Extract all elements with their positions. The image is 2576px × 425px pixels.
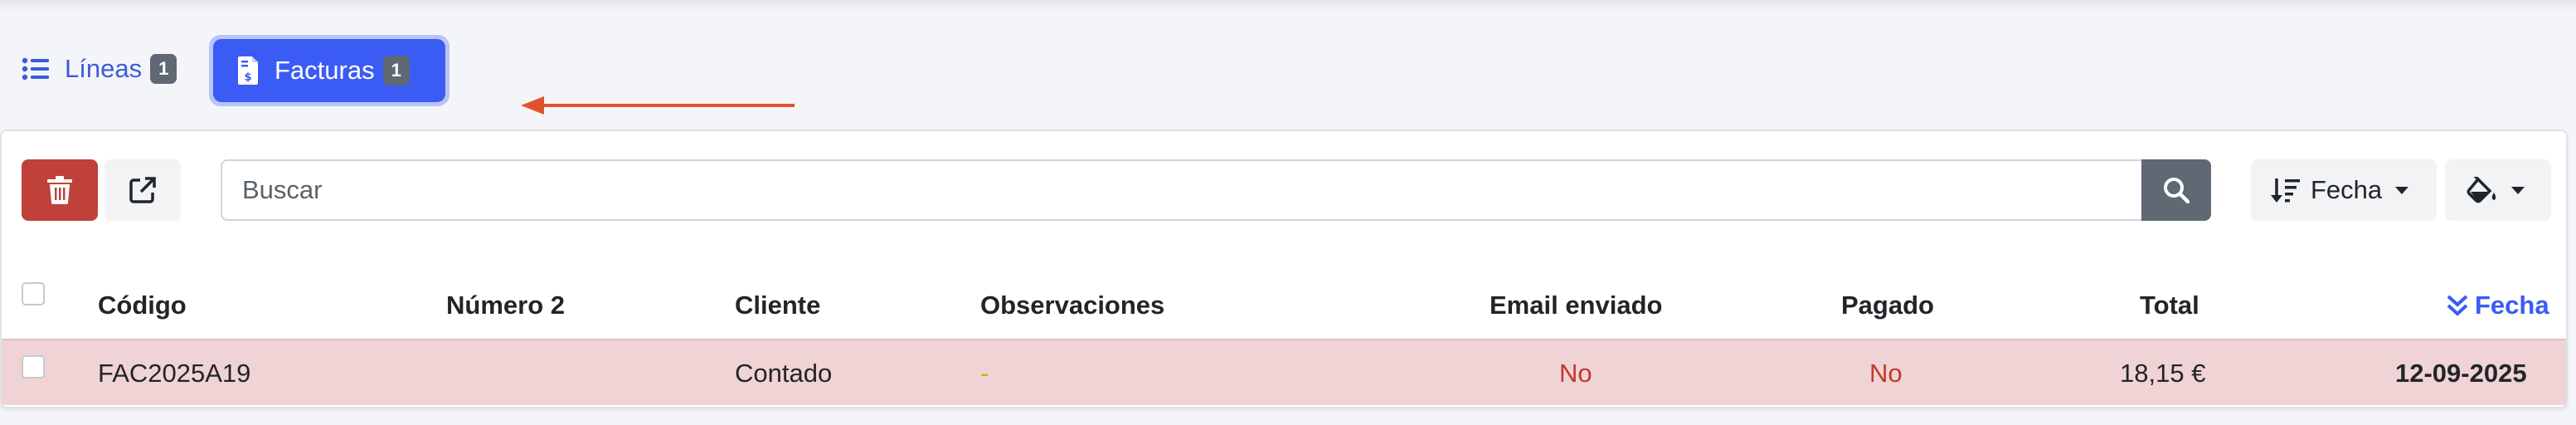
tab-facturas-body[interactable]: $ Facturas 1 (213, 39, 445, 102)
header-fecha-label: Fecha (2475, 291, 2549, 320)
invoices-card: Fecha Código Número 2 Cliente Observacio… (0, 129, 2568, 408)
sort-icon (2271, 178, 2300, 203)
cell-total: 18,15 € (2120, 359, 2206, 388)
select-all-checkbox[interactable] (22, 282, 45, 305)
cell-pagado: No (1869, 359, 1903, 388)
annotation-arrow-icon (521, 96, 795, 115)
tab-lineas-count: 1 (150, 54, 177, 84)
tab-lineas-label: Líneas (65, 54, 143, 83)
tab-facturas-label: Facturas (275, 56, 375, 85)
table-row[interactable]: FAC2025A19 Contado - No No 18,15 € 12-09… (2, 339, 2566, 405)
trash-icon (47, 176, 72, 204)
cell-fecha: 12-09-2025 (2395, 359, 2527, 388)
header-numero2[interactable]: Número 2 (446, 291, 565, 320)
tab-facturas[interactable]: $ Facturas 1 (209, 35, 450, 106)
tab-bar: Líneas 1 $ Facturas 1 (0, 32, 2576, 115)
header-email-enviado[interactable]: Email enviado (1490, 291, 1662, 320)
header-total[interactable]: Total (2140, 291, 2199, 320)
chevron-double-down-icon (2447, 295, 2468, 316)
table-header: Código Número 2 Cliente Observaciones Em… (2, 272, 2566, 335)
sort-label: Fecha (2311, 175, 2383, 204)
search-icon (2164, 178, 2190, 203)
header-observaciones[interactable]: Observaciones (980, 291, 1164, 320)
row-checkbox[interactable] (22, 355, 45, 379)
header-cliente[interactable]: Cliente (735, 291, 820, 320)
list-icon (22, 57, 49, 81)
svg-text:$: $ (244, 71, 251, 84)
caret-down-icon (2395, 186, 2409, 194)
cell-cliente: Contado (735, 359, 833, 388)
header-codigo[interactable]: Código (98, 291, 187, 320)
invoice-icon: $ (238, 56, 258, 85)
delete-button[interactable] (22, 159, 98, 221)
open-external-button[interactable] (104, 159, 181, 221)
external-link-icon (129, 177, 156, 203)
header-fecha[interactable]: Fecha (2447, 291, 2549, 320)
cell-email-enviado: No (1559, 359, 1592, 388)
search-button[interactable] (2141, 159, 2211, 221)
color-dropdown[interactable] (2445, 159, 2551, 221)
header-pagado[interactable]: Pagado (1841, 291, 1934, 320)
search-input[interactable] (221, 159, 2145, 221)
cell-observaciones: - (980, 359, 989, 388)
tab-facturas-count: 1 (382, 56, 410, 85)
sort-dropdown[interactable]: Fecha (2251, 159, 2437, 221)
cell-codigo: FAC2025A19 (98, 359, 251, 388)
tab-lineas[interactable]: Líneas 1 (22, 48, 177, 90)
paint-bucket-icon (2467, 177, 2496, 203)
top-shadow (0, 0, 2576, 12)
caret-down-icon (2511, 186, 2525, 194)
